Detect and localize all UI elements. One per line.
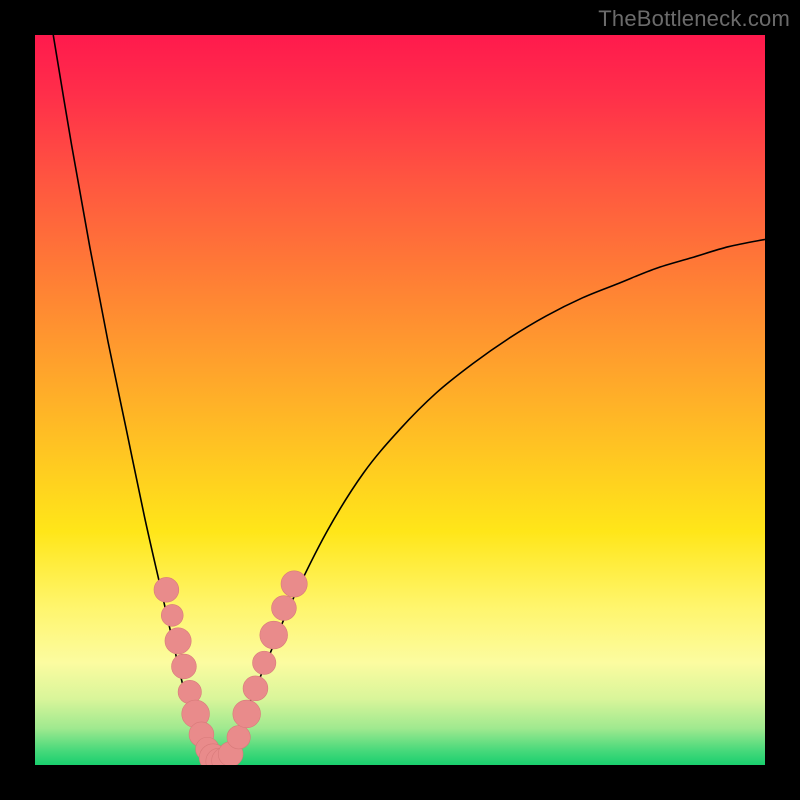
scatter-dot [233, 700, 261, 728]
scatter-dot [281, 571, 307, 597]
chart-frame: TheBottleneck.com [0, 0, 800, 800]
scatter-dot [253, 651, 276, 674]
scatter-dot [227, 726, 250, 749]
scatter-dot [161, 604, 183, 626]
scatter-dot [243, 676, 268, 701]
curve-right-branch [218, 239, 766, 765]
scatter-dots [154, 571, 307, 765]
scatter-dot [172, 654, 197, 679]
plot-area [35, 35, 765, 765]
curve-left-branch [53, 35, 217, 765]
scatter-dot [272, 596, 297, 621]
scatter-dot [165, 628, 191, 654]
watermark-text: TheBottleneck.com [598, 6, 790, 32]
scatter-dot [260, 621, 288, 649]
chart-svg [35, 35, 765, 765]
scatter-dot [154, 577, 179, 602]
